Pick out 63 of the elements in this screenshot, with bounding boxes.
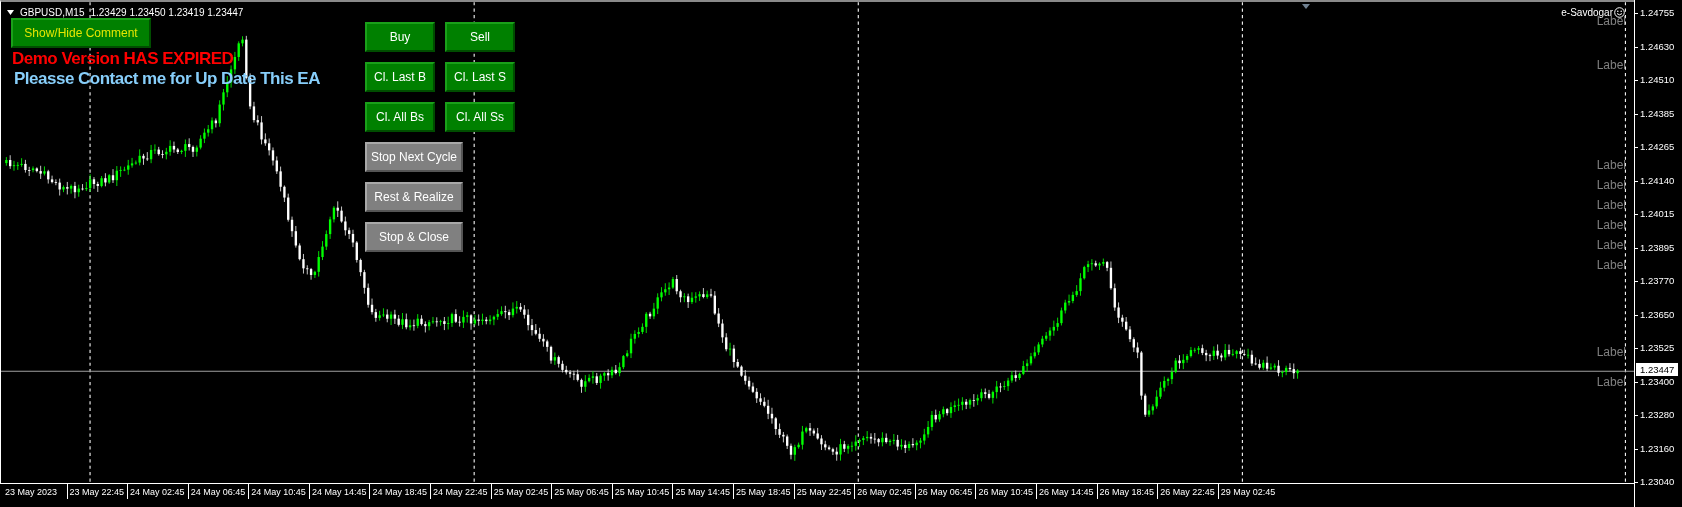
- price-tick: 1.24015: [1635, 207, 1682, 221]
- time-tick: 26 May 02:45: [854, 484, 915, 499]
- chart-label: Label: [1596, 198, 1626, 212]
- price-tick: 1.23770: [1635, 274, 1682, 288]
- panel-button[interactable]: Buy: [365, 22, 435, 52]
- price-tick: 1.23040: [1635, 475, 1682, 489]
- price-tick: 1.24510: [1635, 73, 1682, 87]
- time-tick: 29 May 02:45: [1217, 484, 1279, 499]
- time-tick: 26 May 18:45: [1096, 484, 1158, 499]
- panel-button[interactable]: Stop Next Cycle: [365, 142, 463, 172]
- chart-label: Label: [1596, 178, 1626, 192]
- chart-label: Label: [1596, 158, 1626, 172]
- price-tick: 1.24630: [1635, 39, 1682, 54]
- panel-button[interactable]: Rest & Realize: [365, 182, 463, 212]
- caret-icon[interactable]: [7, 10, 14, 15]
- current-price-label: 1.23447: [1636, 363, 1679, 376]
- time-tick: 24 May 02:45: [127, 484, 188, 499]
- expired-message: Demo Version HAS EXPIRED: [12, 49, 234, 69]
- time-tick: 24 May 22:45: [430, 484, 491, 499]
- time-tick: 25 May 10:45: [611, 484, 673, 499]
- time-tick: 25 May 14:45: [672, 484, 734, 499]
- time-tick: 26 May 14:45: [1036, 484, 1097, 499]
- price-tick: 1.23160: [1635, 441, 1682, 456]
- price-tick: 1.24385: [1635, 106, 1682, 121]
- time-tick: 26 May 10:45: [975, 484, 1036, 499]
- chart-label: Label: [1596, 258, 1626, 272]
- price-tick: 1.23895: [1635, 240, 1682, 255]
- panel-button[interactable]: Stop & Close: [365, 222, 463, 252]
- time-tick: 24 May 14:45: [308, 484, 370, 499]
- time-tick: 24 May 10:45: [248, 484, 309, 499]
- chart-label: Label: [1596, 58, 1626, 72]
- time-tick: 23 May 2023: [4, 486, 59, 499]
- price-tick: 1.24265: [1635, 140, 1682, 154]
- price-tick: 1.23400: [1635, 374, 1682, 389]
- price-tick: 1.24755: [1635, 6, 1682, 20]
- chart-label: Label: [1596, 238, 1626, 252]
- chart-label: Label: [1596, 345, 1626, 359]
- price-tick: 1.23280: [1635, 408, 1682, 422]
- chart-symbol: GBPUSD,M15: [20, 7, 85, 18]
- chart-label: Label: [1596, 218, 1626, 232]
- expert-name: e-Savdogar: [1561, 7, 1613, 18]
- time-tick: 25 May 02:45: [490, 484, 552, 499]
- time-tick: 25 May 06:45: [551, 484, 612, 499]
- time-tick: 25 May 18:45: [733, 484, 794, 499]
- panel-button[interactable]: Cl. All Ss: [445, 102, 515, 132]
- toggle-comment-button[interactable]: Show/Hide Comment: [11, 18, 151, 48]
- price-tick: 1.24140: [1635, 173, 1682, 188]
- panel-button[interactable]: Cl. Last S: [445, 62, 515, 92]
- chart-label: Label: [1596, 375, 1626, 389]
- price-tick: 1.23650: [1635, 307, 1682, 322]
- time-tick: 24 May 18:45: [369, 484, 431, 499]
- time-tick: 26 May 06:45: [914, 484, 976, 499]
- price-tick: 1.23525: [1635, 341, 1682, 355]
- smiley-icon[interactable]: [1614, 7, 1625, 18]
- panel-button[interactable]: Sell: [445, 22, 515, 52]
- panel-button[interactable]: Cl. Last B: [365, 62, 435, 92]
- panel-button[interactable]: Cl. All Bs: [365, 102, 435, 132]
- time-tick: 25 May 22:45: [793, 484, 855, 499]
- triangle-icon: [1302, 4, 1310, 9]
- ohlc-values: 1.23429 1.23450 1.23419 1.23447: [90, 7, 244, 18]
- time-tick: 24 May 06:45: [187, 484, 249, 499]
- time-tick: 26 May 22:45: [1157, 484, 1218, 499]
- time-tick: 23 May 22:45: [66, 484, 128, 499]
